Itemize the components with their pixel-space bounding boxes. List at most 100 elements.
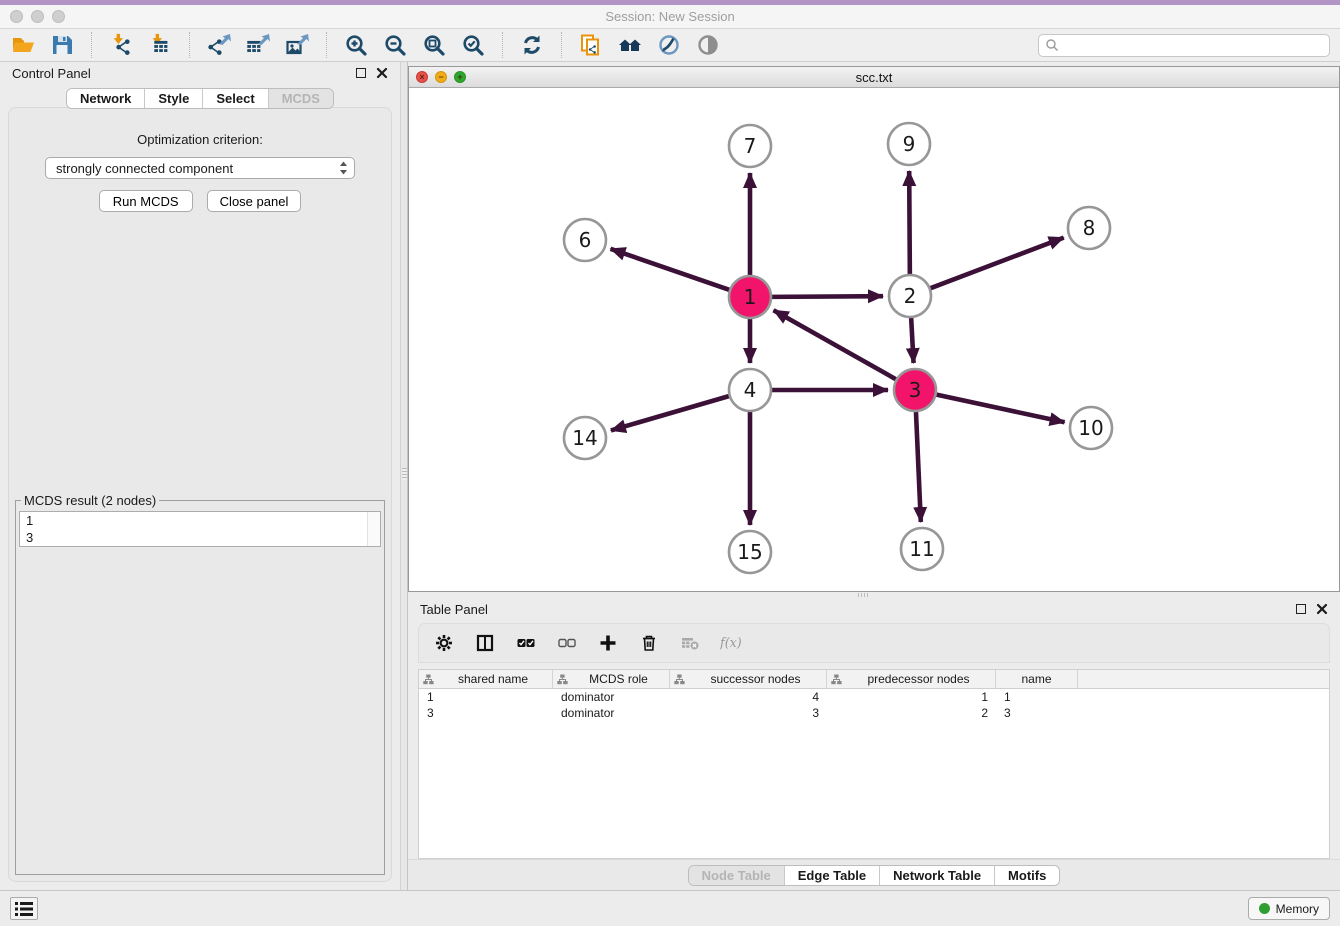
splitter-grip[interactable] <box>858 593 870 597</box>
horizontal-splitter[interactable] <box>408 592 1340 597</box>
select-all-checkbox-icon[interactable] <box>515 632 537 654</box>
search-icon <box>1045 38 1059 52</box>
column-header-shared-name[interactable]: shared name <box>419 670 553 688</box>
graph-node-7[interactable]: 7 <box>729 125 771 167</box>
table-toolbar: f(x) <box>418 623 1330 663</box>
tab-network-table[interactable]: Network Table <box>880 866 995 885</box>
deselect-all-checkbox-icon[interactable] <box>556 632 578 654</box>
search-field[interactable] <box>1038 34 1330 57</box>
graph-node-3[interactable]: 3 <box>894 369 936 411</box>
tab-network[interactable]: Network <box>67 89 145 108</box>
graph-node-11[interactable]: 11 <box>901 528 943 570</box>
refresh-layout-icon[interactable] <box>519 32 545 58</box>
tab-edge-table[interactable]: Edge Table <box>785 866 880 885</box>
column-header-successor-nodes[interactable]: successor nodes <box>670 670 827 688</box>
edge-3-11[interactable] <box>916 412 921 522</box>
memory-status-icon <box>1259 903 1270 914</box>
columns-icon[interactable] <box>474 632 496 654</box>
graph-node-15[interactable]: 15 <box>729 531 771 573</box>
open-session-icon[interactable] <box>10 32 36 58</box>
optimization-criterion-dropdown[interactable]: strongly connected component <box>45 157 355 179</box>
export-network-icon[interactable] <box>206 32 232 58</box>
toolbar-separator <box>91 32 92 58</box>
zoom-selected-icon[interactable] <box>460 32 486 58</box>
status-bar: Memory <box>0 890 1340 926</box>
node-label: 6 <box>579 228 592 252</box>
mcds-result-group: MCDS result (2 nodes) 13 <box>15 493 385 875</box>
column-label: shared name <box>438 672 548 686</box>
column-header-predecessor-nodes[interactable]: predecessor nodes <box>827 670 996 688</box>
table-panel-header: Table Panel <box>408 597 1340 621</box>
table-cell[interactable]: 2 <box>827 706 996 720</box>
edge-1-2[interactable] <box>772 296 883 297</box>
table-row[interactable]: 3dominator323 <box>419 705 1329 721</box>
edge-2-3[interactable] <box>911 318 913 363</box>
tab-mcds[interactable]: MCDS <box>269 89 333 108</box>
result-scrollbar[interactable] <box>367 512 380 546</box>
graph-node-4[interactable]: 4 <box>729 369 771 411</box>
table-panel: Table Panel f(x) shared name MCDS rolesuc… <box>408 597 1340 890</box>
graph-node-1[interactable]: 1 <box>729 276 771 318</box>
edge-2-8[interactable] <box>931 238 1064 289</box>
delete-icon[interactable] <box>638 632 660 654</box>
table-cell[interactable]: 1 <box>827 690 996 704</box>
table-cell[interactable]: 3 <box>419 706 553 720</box>
control-panel-header: Control Panel <box>0 62 400 84</box>
import-table-icon[interactable] <box>147 32 173 58</box>
tab-motifs[interactable]: Motifs <box>995 866 1059 885</box>
edge-2-9[interactable] <box>909 171 910 274</box>
zoom-in-icon[interactable] <box>343 32 369 58</box>
splitter-grip[interactable] <box>402 468 407 480</box>
network-canvas[interactable]: 7 9 6 8 1 2 4 3 14 10 15 11 <box>409 88 1339 591</box>
mcds-result-list[interactable]: 13 <box>19 511 381 547</box>
first-neighbors-icon[interactable] <box>617 32 643 58</box>
edge-3-1[interactable] <box>774 310 896 379</box>
table-cell[interactable]: 1 <box>996 690 1078 704</box>
tab-node-table[interactable]: Node Table <box>689 866 785 885</box>
export-image-icon[interactable] <box>284 32 310 58</box>
graph-node-8[interactable]: 8 <box>1068 207 1110 249</box>
table-cell[interactable]: 4 <box>670 690 827 704</box>
float-panel-icon[interactable] <box>356 68 366 78</box>
table-cell[interactable]: 1 <box>419 690 553 704</box>
copy-network-icon[interactable] <box>578 32 604 58</box>
table-cell[interactable]: 3 <box>670 706 827 720</box>
vertical-splitter[interactable] <box>400 62 408 890</box>
tab-style[interactable]: Style <box>145 89 203 108</box>
zoom-out-icon[interactable] <box>382 32 408 58</box>
table-cell[interactable]: 3 <box>996 706 1078 720</box>
column-header-MCDS-role[interactable]: MCDS role <box>553 670 670 688</box>
search-input[interactable] <box>1063 38 1323 52</box>
graph-node-14[interactable]: 14 <box>564 417 606 459</box>
mcds-panel: Optimization criterion: strongly connect… <box>8 107 392 882</box>
table-cell[interactable]: dominator <box>553 690 670 704</box>
graph-node-10[interactable]: 10 <box>1070 407 1112 449</box>
network-window-title: scc.txt <box>409 70 1339 85</box>
paint-style-icon[interactable] <box>656 32 682 58</box>
import-network-icon[interactable] <box>108 32 134 58</box>
edge-4-14[interactable] <box>611 396 729 430</box>
edge-1-6[interactable] <box>611 249 730 290</box>
memory-button[interactable]: Memory <box>1248 897 1330 920</box>
edge-3-10[interactable] <box>937 395 1065 423</box>
task-history-button[interactable] <box>10 897 38 920</box>
optimization-criterion-label: Optimization criterion: <box>9 132 391 147</box>
close-panel-button[interactable]: Close panel <box>207 190 302 212</box>
graph-node-2[interactable]: 2 <box>889 275 931 317</box>
graph-node-9[interactable]: 9 <box>888 123 930 165</box>
table-row[interactable]: 1dominator411 <box>419 689 1329 705</box>
right-column: × − + scc.txt 7968124314101511 Table Pan… <box>408 62 1340 890</box>
zoom-fit-icon[interactable] <box>421 32 447 58</box>
close-panel-icon[interactable] <box>1316 603 1328 615</box>
float-panel-icon[interactable] <box>1296 604 1306 614</box>
run-mcds-button[interactable]: Run MCDS <box>99 190 193 212</box>
save-session-icon[interactable] <box>49 32 75 58</box>
gear-icon[interactable] <box>433 632 455 654</box>
export-table-icon[interactable] <box>245 32 271 58</box>
add-column-icon[interactable] <box>597 632 619 654</box>
column-header-name[interactable]: name <box>996 670 1078 688</box>
tab-select[interactable]: Select <box>203 89 268 108</box>
close-panel-icon[interactable] <box>376 67 388 79</box>
graph-node-6[interactable]: 6 <box>564 219 606 261</box>
table-cell[interactable]: dominator <box>553 706 670 720</box>
